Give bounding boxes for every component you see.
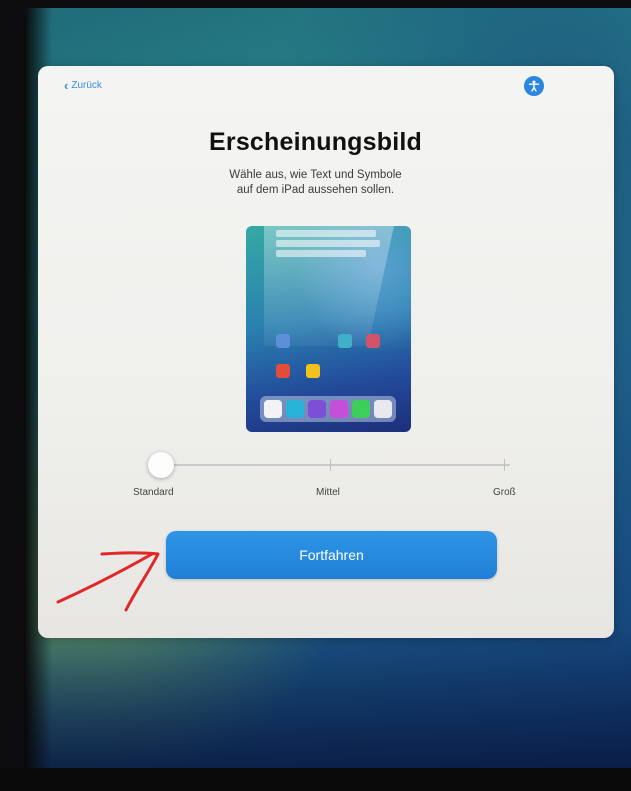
- text-size-slider-thumb[interactable]: [148, 452, 174, 478]
- continue-label: Fortfahren: [299, 547, 364, 563]
- slider-label-gross: Groß: [493, 487, 516, 498]
- subtitle-line-2: auf dem iPad aussehen sollen.: [236, 184, 395, 196]
- text-size-slider-track[interactable]: [160, 464, 510, 466]
- slider-tick-mittel: [330, 459, 331, 471]
- accessibility-button[interactable]: [524, 76, 544, 96]
- bezel-bottom: [0, 768, 631, 791]
- slider-label-standard: Standard: [133, 487, 174, 498]
- preview-dock-app: [286, 400, 304, 418]
- wallpaper-shade: [24, 628, 631, 768]
- subtitle-line-1: Wähle aus, wie Text und Symbole: [229, 169, 402, 181]
- preview-dock: [260, 396, 396, 422]
- red-arrow-annotation: [56, 551, 160, 612]
- chevron-left-icon: ‹: [64, 77, 69, 93]
- accessibility-icon: [528, 80, 540, 92]
- back-button[interactable]: ‹ Zurück: [64, 77, 102, 93]
- preview-app-icon: [276, 364, 290, 378]
- preview-app-icon: [276, 334, 290, 348]
- slider-label-mittel: Mittel: [316, 487, 340, 498]
- preview-dock-app: [330, 400, 348, 418]
- preview-bar: [276, 240, 380, 247]
- slider-tick-gross: [504, 459, 505, 471]
- preview-app-icon: [338, 334, 352, 348]
- back-label: Zurück: [71, 80, 102, 91]
- preview-dock-app: [264, 400, 282, 418]
- preview-dock-app: [374, 400, 392, 418]
- preview-app-icon: [306, 364, 320, 378]
- preview-bar: [276, 230, 376, 237]
- page-subtitle: Wähle aus, wie Text und Symbole auf dem …: [0, 168, 631, 198]
- preview-app-icon: [366, 334, 380, 348]
- page-title: Erscheinungsbild: [209, 128, 422, 156]
- preview-dock-app: [352, 400, 370, 418]
- preview-bar: [276, 250, 366, 257]
- preview-dock-app: [308, 400, 326, 418]
- continue-button[interactable]: Fortfahren: [166, 531, 497, 579]
- ipad-preview-image: [246, 226, 411, 432]
